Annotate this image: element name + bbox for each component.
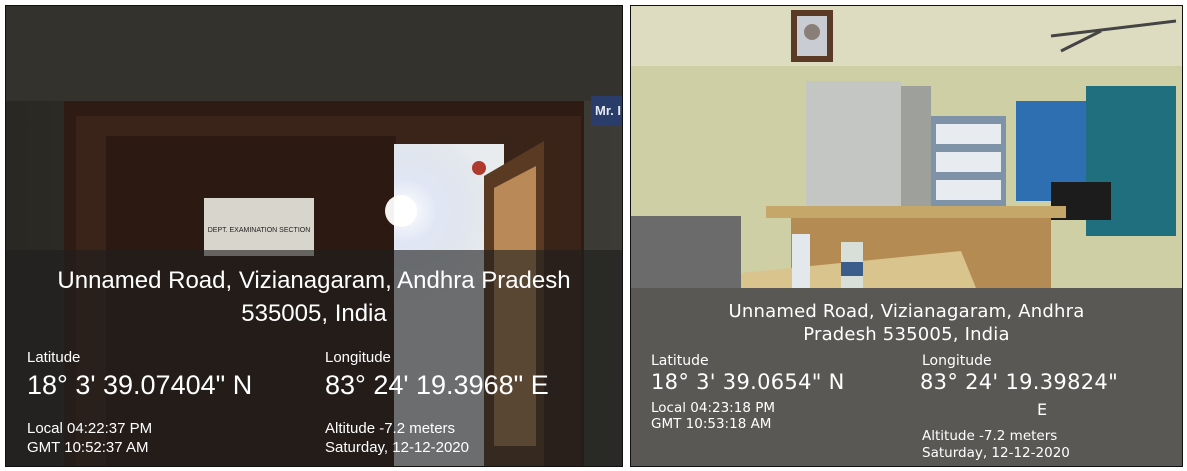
date-left: Saturday, 12-12-2020	[325, 439, 469, 456]
date-right: Saturday, 12-12-2020	[922, 445, 1070, 461]
longitude-value-right-line2: E	[1037, 400, 1048, 419]
address-left: Unnamed Road, Vizianagaram, Andhra Prade…	[6, 264, 622, 330]
address-right-line2: Pradesh 535005, India	[803, 324, 1010, 345]
door-sign-text: DEPT. EXAMINATION SECTION	[208, 227, 311, 234]
geo-overlay-left: Unnamed Road, Vizianagaram, Andhra Prade…	[6, 250, 622, 466]
geo-overlay-right: Unnamed Road, Vizianagaram, Andhra Prade…	[631, 288, 1182, 466]
local-time-right: Local 04:23:18 PM	[651, 400, 775, 416]
address-right: Unnamed Road, Vizianagaram, Andhra Prade…	[631, 300, 1182, 346]
name-plate-text: Mr. I	[595, 103, 621, 118]
latitude-label-right: Latitude	[651, 353, 709, 369]
gmt-time-left: GMT 10:52:37 AM	[27, 439, 149, 456]
latitude-value-left: 18° 3' 39.07404" N	[27, 370, 253, 400]
address-right-line1: Unnamed Road, Vizianagaram, Andhra	[728, 301, 1085, 322]
altitude-left: Altitude -7.2 meters	[325, 420, 456, 437]
photo-left: DEPT. EXAMINATION SECTION Mr. I Unnamed …	[5, 5, 623, 467]
longitude-value-left: 83° 24' 19.3968" E	[325, 370, 549, 400]
longitude-label-left: Longitude	[325, 349, 391, 366]
address-left-line1: Unnamed Road, Vizianagaram, Andhra Prade…	[57, 267, 571, 294]
longitude-label-right: Longitude	[922, 353, 992, 369]
longitude-value-right-line1: 83° 24' 19.39824"	[920, 370, 1119, 394]
gmt-time-right: GMT 10:53:18 AM	[651, 416, 772, 432]
latitude-label-left: Latitude	[27, 349, 81, 366]
altitude-right: Altitude -7.2 meters	[922, 428, 1058, 444]
local-time-left: Local 04:22:37 PM	[27, 420, 153, 437]
address-left-line2: 535005, India	[241, 300, 387, 327]
latitude-value-right: 18° 3' 39.0654" N	[651, 370, 845, 394]
photo-right: Unnamed Road, Vizianagaram, Andhra Prade…	[630, 5, 1183, 467]
